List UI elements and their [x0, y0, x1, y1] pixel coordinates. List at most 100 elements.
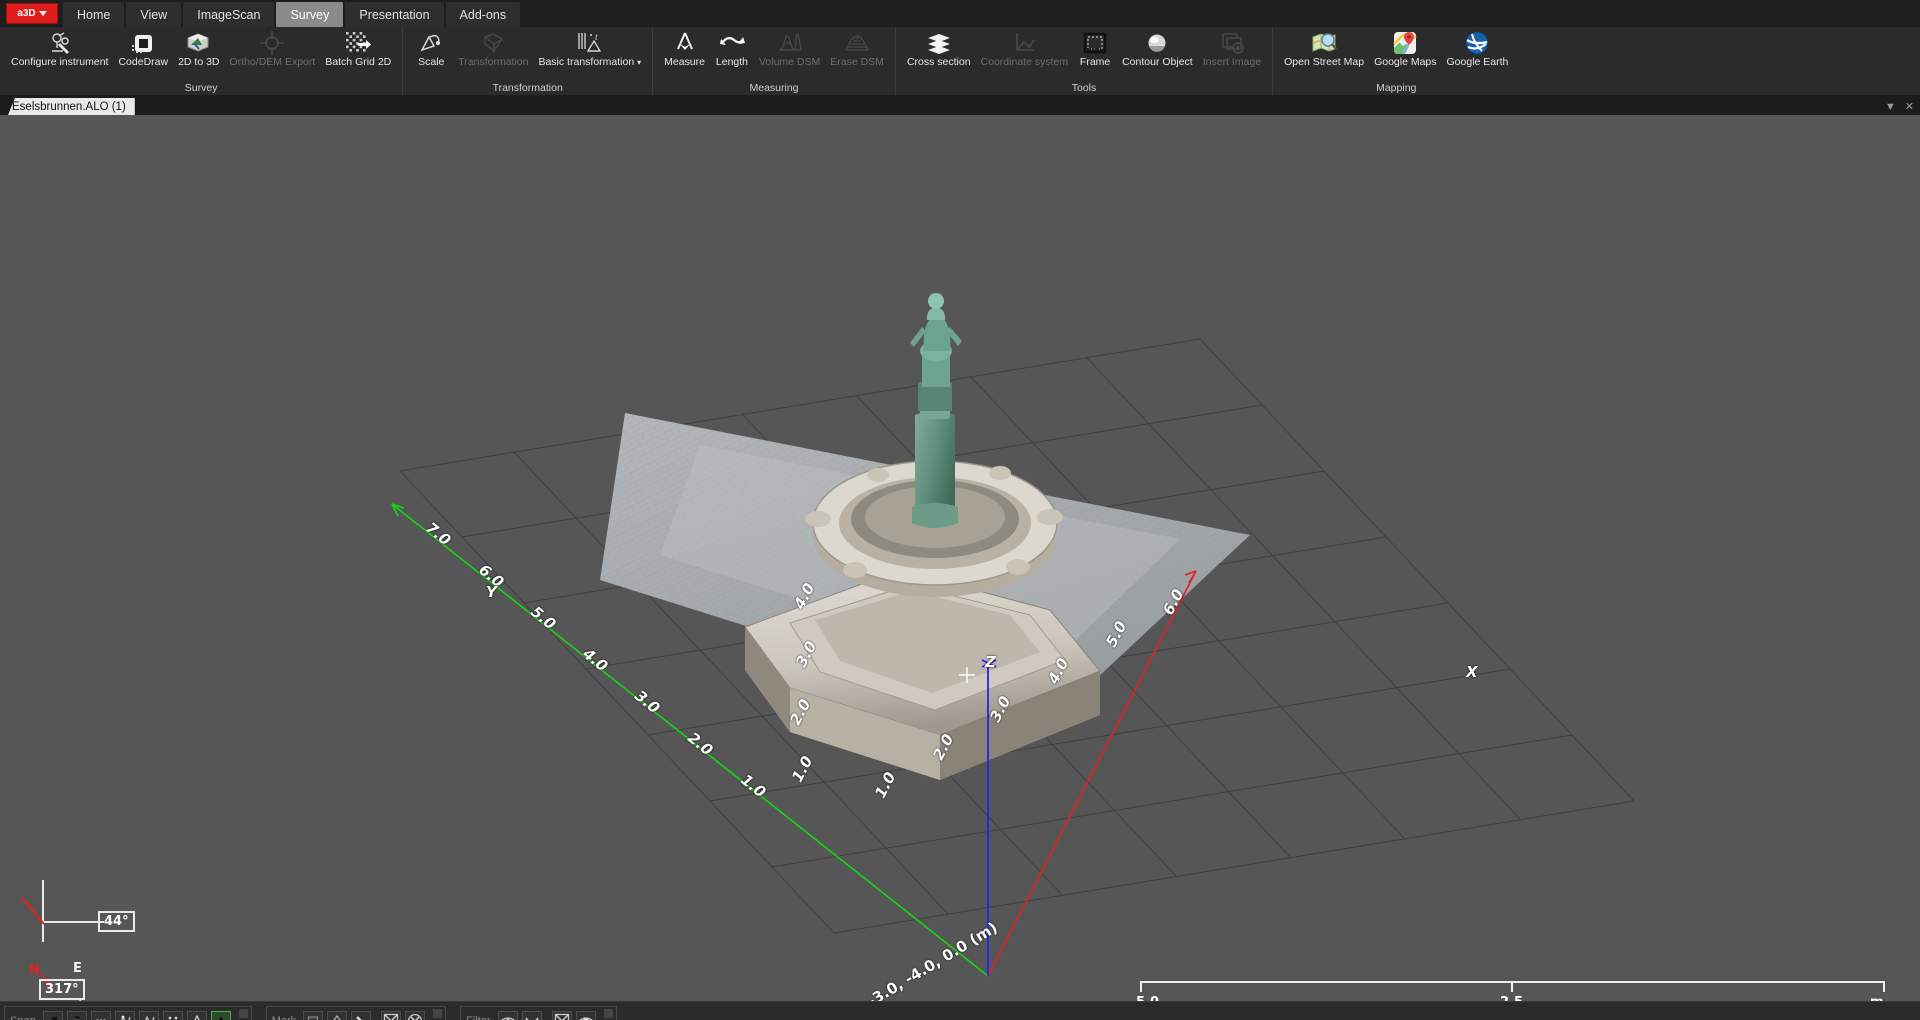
ribbon-button-label: Frame: [1080, 57, 1110, 69]
ribbon-group-items: Cross sectionCoordinate system Frame Conto…: [902, 27, 1266, 81]
ribbon-button-label: Open Street Map: [1284, 57, 1364, 69]
close-icon[interactable]: ✕: [1905, 100, 1914, 113]
instrument-icon: [46, 29, 74, 57]
toolbar-button-plane-snap[interactable]: [43, 1011, 63, 1020]
toolbar-resize-handle[interactable]: [433, 1009, 442, 1018]
menu-tab-survey[interactable]: Survey: [276, 2, 343, 27]
menu-tabs: Home View ImageScan SurveyPresentationAdd-o…: [62, 0, 521, 27]
menu-tab-home[interactable]: Home: [63, 2, 124, 27]
ribbon-group-items: Open Street Map Google Maps Google Earth: [1279, 27, 1513, 81]
ribbon-button-cross-section[interactable]: Cross section: [902, 27, 976, 69]
ribbon-button-label: Insert Image: [1203, 57, 1261, 69]
toolbar-group-label: Filter: [466, 1015, 490, 1020]
menu-tab-imagescan[interactable]: ImageScan: [183, 2, 274, 27]
ribbon-button-label: Batch Grid 2D: [325, 57, 391, 69]
toolbar-group-filter: Filter: [460, 1006, 616, 1020]
toolbar-button-droplet-mark[interactable]: [327, 1011, 347, 1020]
measure-icon: [671, 29, 699, 57]
toolbar-button-scatter-points-snap[interactable]: [163, 1011, 183, 1020]
toolbar-button-triangle-outline-snap[interactable]: [187, 1011, 207, 1020]
chevron-down-icon[interactable]: ▾: [637, 58, 641, 67]
ribbon-button-google-earth[interactable]: Google Earth: [1442, 27, 1514, 69]
ribbon-button-configure-instrument[interactable]: Configure instrument: [6, 27, 113, 69]
scale-tick-mid: [1511, 981, 1513, 992]
ribbon-button-2d-to-3d[interactable]: 2D to 3D: [173, 27, 224, 69]
ortho-dem-icon: [258, 29, 286, 57]
toolbar-button-points-snap[interactable]: [91, 1011, 111, 1020]
menu-tab-view[interactable]: View: [126, 2, 181, 27]
ribbon-group-items: Configure instrument CodeDraw 2D to 3D Orth…: [6, 27, 396, 81]
length-icon: [718, 29, 746, 57]
google-earth-icon: [1463, 29, 1491, 57]
toolbar-button-triangle-filled-snap[interactable]: [211, 1011, 231, 1020]
contour-object-icon: [1143, 29, 1171, 57]
ribbon-button-google-maps[interactable]: Google Maps: [1369, 27, 1441, 69]
document-tab-eselsbrunnen[interactable]: Eselsbrunnen.ALO (1): [8, 98, 135, 115]
ribbon-button-label: Google Earth: [1447, 57, 1509, 69]
elevation-angle-value: 44°: [98, 911, 135, 932]
z-axis-letter: Z: [985, 653, 996, 671]
toolbar-button-line-mark[interactable]: [351, 1011, 371, 1020]
scale-tick-right: [1883, 981, 1885, 992]
ribbon-group-transformation: Scale Transformation tBasic transformation…: [402, 27, 652, 95]
menu-tab-add-ons[interactable]: Add-ons: [446, 2, 521, 27]
scale-icon: [417, 29, 445, 57]
ribbon-button-label: 2D to 3D: [178, 57, 219, 69]
toolbar-button-circle-x-mark[interactable]: [405, 1011, 425, 1020]
compass-widget[interactable]: N E W S 317°: [25, 965, 105, 1001]
ribbon-button-codedraw[interactable]: CodeDraw: [113, 27, 173, 69]
toolbar-button-eye-open-filter[interactable]: [576, 1011, 596, 1020]
ribbon-button-insert-image: Insert Image: [1198, 27, 1266, 69]
scale-bar: 5.0 2.5 m: [1140, 967, 1885, 1001]
toolbar-group-label: Mark: [272, 1015, 296, 1020]
toolbar-button-polyline-edge-snap[interactable]: [139, 1011, 159, 1020]
ribbon-button-label: Ortho/DEM Export: [230, 57, 316, 69]
toolbar-resize-handle[interactable]: [604, 1009, 613, 1018]
ribbon-button-label: Transformation: [458, 57, 528, 69]
scale-label-mid: 2.5: [1500, 995, 1523, 1001]
ribbon-button-measure[interactable]: Measure: [659, 27, 710, 69]
ribbon-group-tools: Cross sectionCoordinate system Frame Conto…: [895, 27, 1272, 95]
cross-section-icon: [925, 29, 953, 57]
3d-viewport[interactable]: 7.06.05.04.03.02.01.06.05.04.03.02.01.04…: [0, 115, 1920, 1001]
toolbar-button-cup-filter[interactable]: [522, 1011, 542, 1020]
ribbon-button-volume-dsm: Volume DSM: [754, 27, 825, 69]
ribbon-group-label: Transformation: [409, 81, 646, 95]
ribbon-button-scale[interactable]: Scale: [409, 27, 453, 69]
toolbar-button-polyline-vertex-snap[interactable]: [115, 1011, 135, 1020]
ribbon-group-label: Measuring: [659, 81, 889, 95]
app-menu-button[interactable]: a3D: [6, 3, 58, 24]
ribbon-button-length[interactable]: Length: [710, 27, 754, 69]
ribbon-button-label: Basic transformation ▾: [538, 57, 641, 69]
menu-tab-label: Home: [77, 8, 110, 22]
chevron-down-icon[interactable]: ▼: [1885, 101, 1896, 113]
2d-to-3d-icon: [185, 29, 213, 57]
erase-dsm-icon: [843, 29, 871, 57]
ribbon-button-label: Configure instrument: [11, 57, 108, 69]
ribbon-button-basic-transformation[interactable]: tBasic transformation ▾: [533, 27, 646, 69]
ribbon-button-contour-object[interactable]: Contour Object: [1117, 27, 1198, 69]
ribbon-button-erase-dsm: Erase DSM: [825, 27, 889, 69]
scale-label-unit: m: [1870, 995, 1884, 1001]
x-axis-letter: X: [1466, 663, 1478, 681]
ribbon-button-label: Measure: [664, 57, 705, 69]
toolbar-button-box-snap[interactable]: [67, 1011, 87, 1020]
toolbar-button-cross-box-mark[interactable]: [381, 1011, 401, 1020]
menu-bar: a3D Home View ImageScan SurveyPresentationA…: [0, 0, 1920, 27]
menu-tab-label: ImageScan: [197, 8, 260, 22]
ribbon-button-coordinate-system: Coordinate system: [976, 27, 1074, 69]
ribbon-button-label: Contour Object: [1122, 57, 1193, 69]
ribbon-group-label: Tools: [902, 81, 1266, 95]
toolbar-resize-handle[interactable]: [239, 1009, 248, 1018]
ribbon-button-label: Length: [716, 57, 748, 69]
ribbon-group-label: Mapping: [1279, 81, 1513, 95]
toolbar-button-cross-box-filter[interactable]: [552, 1011, 572, 1020]
ribbon-button-frame[interactable]: Frame: [1073, 27, 1117, 69]
ribbon-button-open-street-map[interactable]: Open Street Map: [1279, 27, 1369, 69]
ribbon-button-batch-grid-2d[interactable]: Batch Grid 2D: [320, 27, 396, 69]
fountain-column: [912, 380, 958, 529]
menu-tab-presentation[interactable]: Presentation: [345, 2, 443, 27]
elevation-angle-widget[interactable]: 44°: [20, 880, 130, 950]
toolbar-button-square-mark[interactable]: [303, 1011, 323, 1020]
toolbar-button-eye-filter[interactable]: [498, 1011, 518, 1020]
